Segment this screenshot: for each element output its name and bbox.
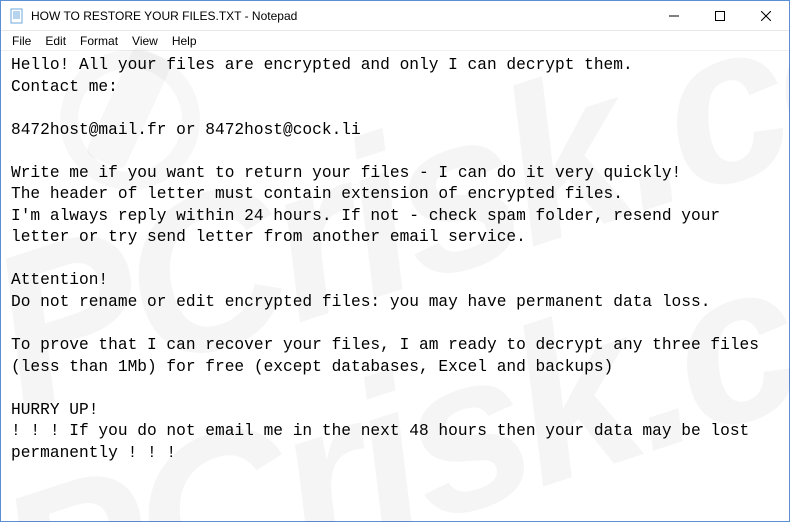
notepad-icon: [9, 8, 25, 24]
menu-edit[interactable]: Edit: [38, 32, 73, 50]
titlebar[interactable]: HOW TO RESTORE YOUR FILES.TXT - Notepad: [1, 1, 789, 31]
menu-file[interactable]: File: [5, 32, 38, 50]
menu-format[interactable]: Format: [73, 32, 125, 50]
menu-help[interactable]: Help: [165, 32, 204, 50]
text-area[interactable]: Hello! All your files are encrypted and …: [1, 51, 789, 521]
minimize-button[interactable]: [651, 1, 697, 30]
maximize-button[interactable]: [697, 1, 743, 30]
notepad-window: HOW TO RESTORE YOUR FILES.TXT - Notepad …: [0, 0, 790, 522]
close-button[interactable]: [743, 1, 789, 30]
menu-view[interactable]: View: [125, 32, 165, 50]
window-controls: [651, 1, 789, 30]
window-title: HOW TO RESTORE YOUR FILES.TXT - Notepad: [31, 9, 651, 23]
menubar: File Edit Format View Help: [1, 31, 789, 51]
